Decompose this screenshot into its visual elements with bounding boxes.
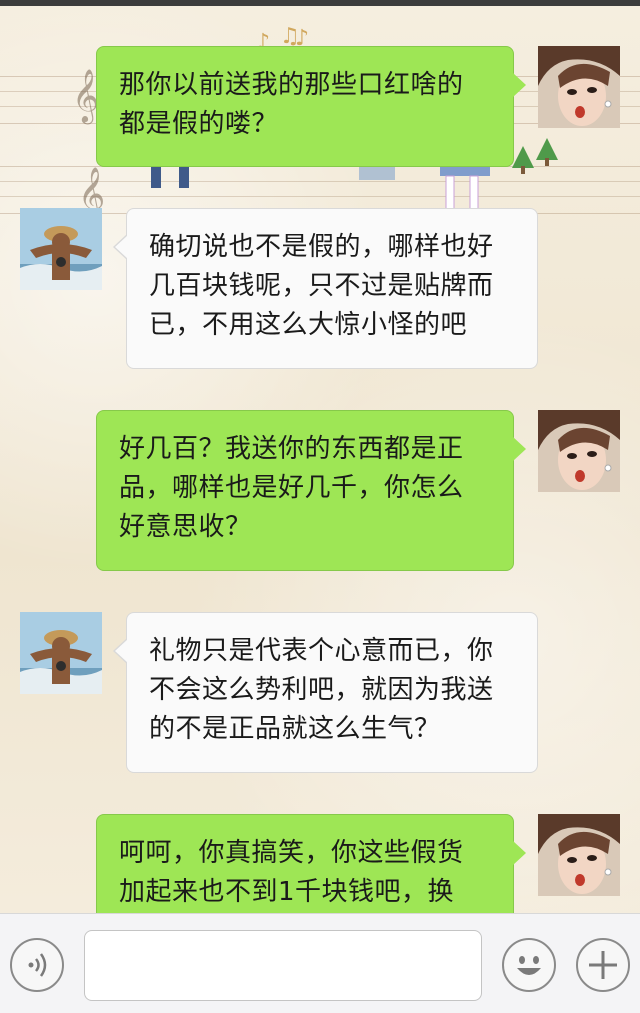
message-text: 好几百？我送你的东西都是正 — [119, 434, 464, 464]
avatar-contact[interactable] — [20, 612, 102, 694]
message-text: 都是假的喽？ — [119, 109, 279, 139]
message-text: 礼物只是代表个心意而已，你 — [149, 636, 494, 666]
avatar-self[interactable] — [538, 814, 620, 896]
message-bubble-sent[interactable]: 好几百？我送你的东西都是正 品，哪样也是好几千，你怎么 好意思收？ — [96, 410, 526, 571]
tree-decoration — [512, 146, 534, 174]
message-bubble-received[interactable]: 礼物只是代表个心意而已，你 不会这么势利吧，就因为我送 的不是正品就这么生气？ — [113, 612, 538, 773]
message-bubble-sent[interactable]: 那你以前送我的那些口红啥的 都是假的喽？ — [96, 46, 526, 167]
message-text: 那你以前送我的那些口红啥的 — [119, 70, 464, 100]
message-text: 呵呵，你真搞笑，你这些假货 — [119, 838, 464, 868]
avatar-contact-image — [20, 208, 102, 290]
avatar-contact[interactable] — [20, 208, 102, 290]
message-text: 不会这么势利吧，就因为我送 — [149, 675, 494, 705]
plus-icon — [589, 951, 617, 979]
message-text: 加起来也不到1千块钱吧，换 — [119, 877, 455, 907]
avatar-self[interactable] — [538, 410, 620, 492]
avatar-self[interactable] — [538, 46, 620, 128]
smiley-face-icon — [508, 944, 550, 986]
voice-wave-icon — [28, 953, 47, 977]
tree-decoration — [536, 138, 558, 166]
avatar-contact-image — [20, 612, 102, 694]
emoji-button[interactable] — [502, 938, 556, 992]
message-text: 品，哪样也是好几千，你怎么 — [119, 473, 464, 503]
more-button[interactable] — [576, 938, 630, 992]
message-text: 好意思收？ — [119, 512, 252, 542]
voice-input-button[interactable] — [10, 938, 64, 992]
avatar-self-image — [538, 410, 620, 492]
message-text: 几百块钱呢，只不过是贴牌而 — [149, 271, 494, 301]
message-text: 已，不用这么大惊小怪的吧 — [149, 310, 468, 340]
avatar-self-image — [538, 814, 620, 896]
message-text: 的不是正品就这么生气？ — [149, 714, 441, 744]
message-input[interactable] — [84, 930, 482, 1001]
message-text: 确切说也不是假的，哪样也好 — [149, 232, 494, 262]
chat-input-bar — [0, 913, 640, 1013]
message-bubble-received[interactable]: 确切说也不是假的，哪样也好 几百块钱呢，只不过是贴牌而 已，不用这么大惊小怪的吧 — [113, 208, 538, 369]
avatar-self-image — [538, 46, 620, 128]
